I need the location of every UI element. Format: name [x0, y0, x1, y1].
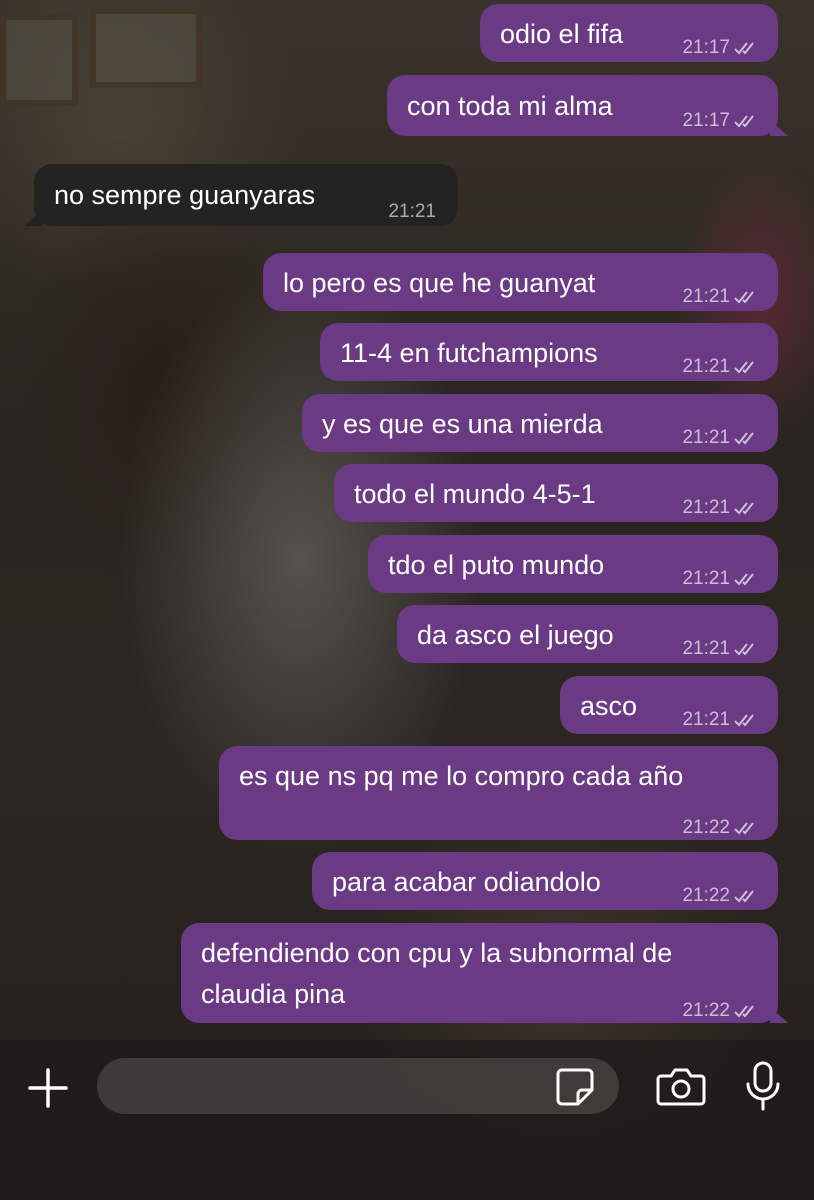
message-time: 21:21 [682, 427, 730, 448]
message-time: 21:22 [682, 1000, 730, 1021]
message-meta: 21:21 [682, 277, 762, 317]
message-meta: 21:22 [682, 808, 762, 848]
message-meta: 21:17 [682, 101, 762, 141]
message-meta: 21:21 [682, 347, 762, 387]
read-ticks-icon [734, 432, 754, 445]
read-ticks-icon [734, 115, 754, 128]
outgoing-message[interactable]: para acabar odiandolo 21:22 [312, 852, 778, 910]
message-list[interactable]: odio el fifa 21:17 con toda mi alma 21:1… [0, 0, 814, 1040]
outgoing-message[interactable]: 11-4 en futchampions 21:21 [320, 323, 778, 381]
message-time: 21:17 [682, 110, 730, 131]
outgoing-message[interactable]: da asco el juego 21:21 [397, 605, 778, 663]
message-meta: 21:17 [682, 28, 762, 68]
read-ticks-icon [734, 291, 754, 304]
message-text: todo el mundo 4-5-1 [354, 479, 596, 509]
message-text: claudia pina [201, 979, 346, 1009]
plus-icon[interactable] [26, 1066, 70, 1110]
read-ticks-icon [734, 42, 754, 55]
read-ticks-icon [734, 573, 754, 586]
message-input[interactable] [97, 1058, 619, 1114]
message-time: 21:17 [682, 37, 730, 58]
chat-screen: odio el fifa 21:17 con toda mi alma 21:1… [0, 0, 814, 1200]
outgoing-message[interactable]: lo pero es que he guanyat 21:21 [263, 253, 778, 311]
message-meta: 21:21 [682, 629, 762, 669]
outgoing-message[interactable]: tdo el puto mundo 21:21 [368, 535, 778, 593]
bubble-tail [24, 210, 42, 226]
outgoing-message[interactable]: defendiendo con cpu y la subnormal de cl… [181, 923, 788, 1023]
bubble-tail [770, 1007, 788, 1023]
message-text: es que ns pq me lo compro cada año [239, 761, 684, 791]
read-ticks-icon [734, 714, 754, 727]
outgoing-message[interactable]: odio el fifa 21:17 [480, 4, 778, 62]
outgoing-message[interactable]: asco 21:21 [560, 676, 778, 734]
message-text: da asco el juego [417, 620, 614, 650]
message-text: y es que es una mierda [322, 409, 603, 439]
message-meta: 21:22 [682, 876, 762, 916]
outgoing-message[interactable]: es que ns pq me lo compro cada año 21:22 [219, 746, 778, 840]
read-ticks-icon [734, 643, 754, 656]
message-text: asco [580, 691, 638, 721]
read-ticks-icon [734, 502, 754, 515]
message-text: odio el fifa [500, 19, 624, 49]
outgoing-message[interactable]: con toda mi alma 21:17 [387, 75, 788, 136]
message-meta: 21:22 [682, 991, 762, 1031]
message-meta: 21:21 [682, 559, 762, 599]
message-time: 21:21 [388, 201, 436, 222]
read-ticks-icon [734, 361, 754, 374]
outgoing-message[interactable]: y es que es una mierda 21:21 [302, 394, 778, 452]
incoming-message[interactable]: no sempre guanyaras 21:21 [24, 164, 458, 226]
message-time: 21:21 [682, 497, 730, 518]
message-text: 11-4 en futchampions [340, 338, 598, 368]
message-time: 21:22 [682, 885, 730, 906]
sticker-icon[interactable] [554, 1066, 596, 1108]
message-time: 21:22 [682, 817, 730, 838]
message-text: no sempre guanyaras [54, 180, 316, 210]
message-time: 21:21 [682, 709, 730, 730]
bubble-tail [770, 120, 788, 136]
message-text: con toda mi alma [407, 91, 613, 121]
message-text: lo pero es que he guanyat [283, 268, 596, 298]
message-time: 21:21 [682, 568, 730, 589]
read-ticks-icon [734, 890, 754, 903]
read-ticks-icon [734, 1005, 754, 1018]
read-ticks-icon [734, 822, 754, 835]
outgoing-message[interactable]: todo el mundo 4-5-1 21:21 [334, 464, 778, 522]
message-time: 21:21 [682, 286, 730, 307]
message-meta: 21:21 [682, 418, 762, 458]
message-time: 21:21 [682, 356, 730, 377]
message-input-bar [0, 1040, 814, 1200]
camera-icon[interactable] [656, 1064, 706, 1108]
message-text: tdo el puto mundo [388, 550, 605, 580]
message-meta: 21:21 [682, 700, 762, 740]
message-text: defendiendo con cpu y la subnormal de [201, 938, 673, 968]
message-meta: 21:21 [388, 192, 436, 232]
microphone-icon[interactable] [744, 1060, 782, 1112]
message-text: para acabar odiandolo [332, 867, 601, 897]
message-meta: 21:21 [682, 488, 762, 528]
message-time: 21:21 [682, 638, 730, 659]
